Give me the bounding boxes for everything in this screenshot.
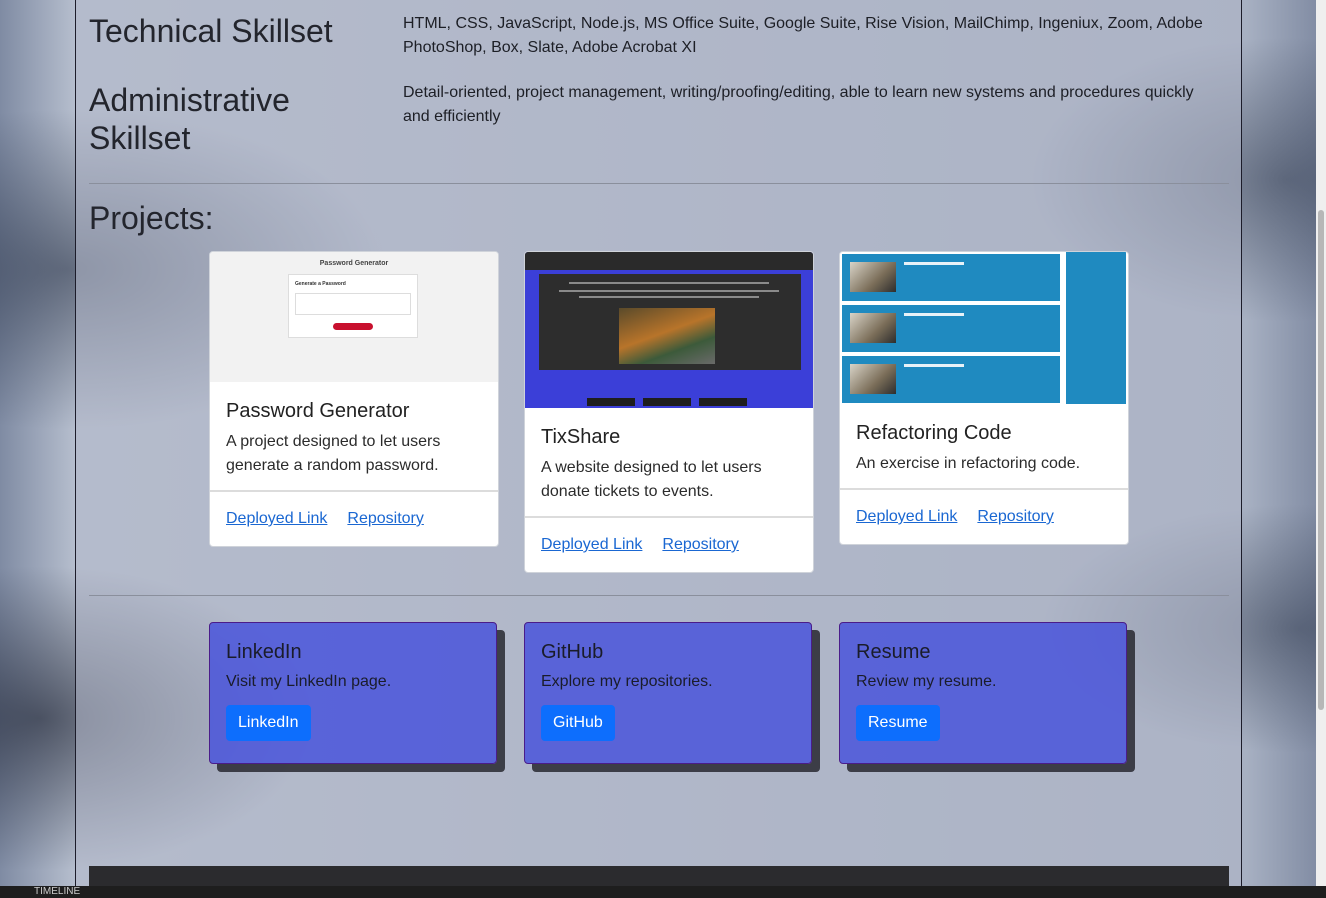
github-card: GitHub Explore my repositories. GitHub xyxy=(524,622,812,764)
thumb-pill xyxy=(699,398,747,406)
project-card-tixshare: TixShare A website designed to let users… xyxy=(524,251,814,573)
thumb-panel xyxy=(842,356,1060,403)
skill-text: HTML, CSS, JavaScript, Node.js, MS Offic… xyxy=(403,15,1203,56)
card-text: Visit my LinkedIn page. xyxy=(226,673,392,690)
card-description: A project designed to let users generate… xyxy=(226,433,441,474)
thumb-text-line xyxy=(559,290,779,292)
thumb-image xyxy=(850,313,896,343)
skill-title: Administrative Skillset xyxy=(89,82,290,156)
thumb-panel xyxy=(842,305,1060,352)
thumb-label xyxy=(904,313,964,316)
deployed-link[interactable]: Deployed Link xyxy=(226,510,327,528)
card-body: TixShare A website designed to let users… xyxy=(525,408,813,516)
resume-card: Resume Review my resume. Resume xyxy=(839,622,1127,764)
portfolio-page: Technical Skillset HTML, CSS, JavaScript… xyxy=(75,0,1242,898)
thumb-text-line xyxy=(569,282,769,284)
thumb-navbar xyxy=(525,252,813,270)
project-screenshot[interactable]: Password Generator Generate a Password xyxy=(210,252,498,382)
thumb-subtitle: Generate a Password xyxy=(295,281,346,287)
thumb-label xyxy=(904,262,964,265)
card-body: Refactoring Code An exercise in refactor… xyxy=(840,404,1128,488)
card-title: Refactoring Code xyxy=(856,422,1012,444)
thumb-pill xyxy=(643,398,691,406)
thumb-pill xyxy=(587,398,635,406)
skill-text: Detail-oriented, project management, wri… xyxy=(403,84,1194,125)
card-title: GitHub xyxy=(541,641,604,663)
linkedin-button[interactable]: LinkedIn xyxy=(226,705,311,741)
thumb-photo xyxy=(619,308,715,364)
thumb-form: Generate a Password xyxy=(288,274,418,338)
project-screenshot[interactable] xyxy=(525,252,813,408)
skill-title: Technical Skillset xyxy=(89,13,333,49)
card-footer: Deployed Link Repository xyxy=(525,516,813,572)
scrollbar-thumb[interactable] xyxy=(1318,210,1324,710)
thumb-content xyxy=(539,274,801,370)
card-title: Password Generator xyxy=(226,400,410,422)
section-divider xyxy=(89,183,1229,184)
card-title: LinkedIn xyxy=(226,641,302,663)
project-screenshot[interactable] xyxy=(840,252,1128,404)
card-title: TixShare xyxy=(541,426,621,448)
thumb-image xyxy=(850,364,896,394)
card-footer: Deployed Link Repository xyxy=(210,490,498,546)
timeline-panel-label[interactable]: TIMELINE xyxy=(34,886,80,898)
card-body: Password Generator A project designed to… xyxy=(210,382,498,490)
thumb-label xyxy=(904,364,964,367)
card-title: Resume xyxy=(856,641,931,663)
thumb-panel xyxy=(842,254,1060,301)
project-card-refactoring-code: Refactoring Code An exercise in refactor… xyxy=(839,251,1129,545)
card-description: An exercise in refactoring code. xyxy=(856,455,1081,472)
repository-link[interactable]: Repository xyxy=(662,536,738,554)
projects-heading: Projects: xyxy=(89,200,214,236)
card-description: A website designed to let users donate t… xyxy=(541,459,762,500)
thumb-image xyxy=(850,262,896,292)
project-card-password-generator: Password Generator Generate a Password P… xyxy=(209,251,499,547)
resume-button[interactable]: Resume xyxy=(856,705,940,741)
thumb-field xyxy=(295,293,411,315)
thumb-text-line xyxy=(579,296,759,298)
card-footer: Deployed Link Repository xyxy=(840,488,1128,544)
page-scrollbar[interactable] xyxy=(1316,0,1326,898)
thumb-button xyxy=(333,323,373,330)
ide-bottom-panel: TIMELINE xyxy=(0,886,1326,898)
deployed-link[interactable]: Deployed Link xyxy=(541,536,642,554)
deployed-link[interactable]: Deployed Link xyxy=(856,508,957,526)
github-button[interactable]: GitHub xyxy=(541,705,615,741)
thumb-sidebar xyxy=(1066,252,1126,404)
thumb-title: Password Generator xyxy=(319,260,389,267)
card-text: Review my resume. xyxy=(856,673,997,690)
section-divider xyxy=(89,595,1229,596)
repository-link[interactable]: Repository xyxy=(347,510,423,528)
repository-link[interactable]: Repository xyxy=(977,508,1053,526)
card-text: Explore my repositories. xyxy=(541,673,713,690)
linkedin-card: LinkedIn Visit my LinkedIn page. LinkedI… xyxy=(209,622,497,764)
